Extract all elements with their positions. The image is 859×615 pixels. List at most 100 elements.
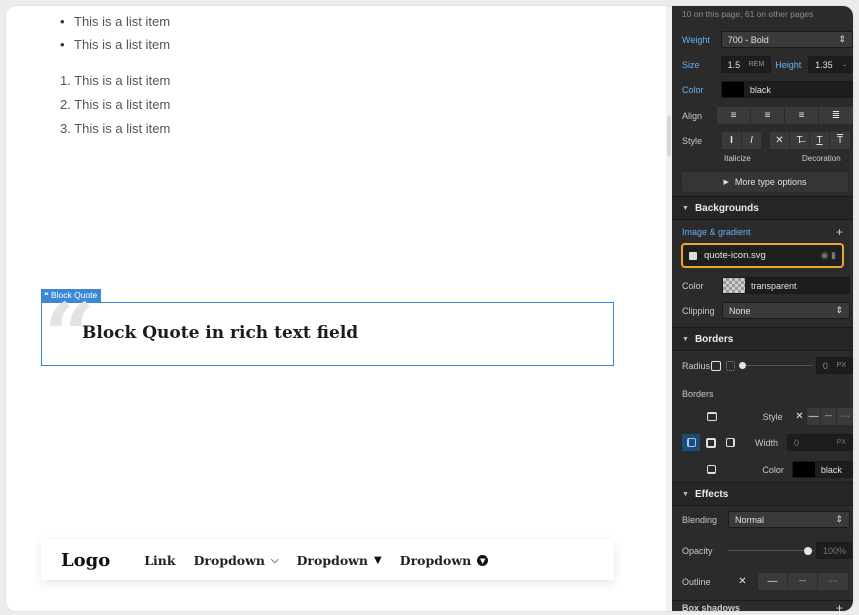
line-height-unit: - (843, 59, 846, 70)
blending-value: Normal (735, 514, 765, 525)
navbar-logo[interactable]: Logo (61, 550, 110, 571)
italic-icon[interactable]: I (742, 132, 762, 149)
size-label: Size (682, 59, 700, 70)
radius-all-icon[interactable] (710, 360, 721, 371)
list-item[interactable]: 1. This is a list item (60, 69, 170, 93)
borders-section-header[interactable]: ▼ Borders (672, 327, 853, 351)
italic-buttons: I I (722, 132, 762, 149)
navbar[interactable]: Logo Link Dropdown ⌵ Dropdown ▼ Dropdown ▼ (41, 540, 614, 580)
blockquote-element[interactable]: “ Block Quote in rich text field (41, 291, 614, 379)
radius-individual-icon[interactable] (725, 360, 736, 371)
effects-title: Effects (694, 488, 729, 500)
more-type-options-label: More type options (734, 177, 807, 187)
select-arrows-icon: ⇕ (835, 305, 843, 315)
border-none-icon[interactable]: ✕ (793, 408, 807, 425)
radius-label: Radius (682, 360, 711, 371)
outline-style-buttons: ✕ — --- ···· (728, 573, 848, 590)
bg-color-field[interactable]: transparent (722, 277, 850, 294)
align-justify-icon[interactable]: ≣ (819, 107, 853, 124)
transparent-swatch[interactable] (723, 278, 745, 293)
more-type-options-toggle[interactable]: ▶ More type options (682, 172, 848, 192)
text-color-field[interactable]: black (720, 81, 853, 98)
color-swatch[interactable] (792, 462, 815, 477)
color-label: Color (682, 84, 704, 95)
circle-chevron-down-icon: ▼ (477, 554, 489, 566)
outline-solid-icon[interactable]: — (758, 573, 788, 590)
background-image-layer[interactable]: quote-icon.svg ◉ ▮ (681, 243, 844, 268)
list-item[interactable]: This is a list item (60, 10, 170, 33)
list-item[interactable]: 3. This is a list item (60, 117, 170, 141)
slider-handle[interactable] (739, 361, 747, 369)
effects-section-header[interactable]: ▼ Effects (672, 482, 853, 506)
blending-select[interactable]: Normal ⇕ (728, 511, 850, 528)
nav-dropdown-label: Dropdown (193, 552, 265, 568)
strikethrough-icon[interactable]: T̶ (790, 132, 810, 149)
nav-dropdown-2[interactable]: Dropdown ▼ (297, 553, 382, 568)
caret-down-icon: ▼ (374, 554, 382, 566)
clipping-value: None (729, 305, 751, 316)
underline-icon[interactable]: T (810, 132, 830, 149)
caret-right-icon: ▶ (723, 179, 729, 186)
border-width-unit: PX (836, 439, 846, 446)
decoration-buttons: ✕ T̶ T T (770, 132, 850, 149)
radius-slider[interactable] (739, 361, 814, 371)
outline-none-icon[interactable]: ✕ (728, 573, 758, 590)
list-item[interactable]: 2. This is a list item (60, 93, 170, 117)
chevron-down-icon: ⌵ (271, 554, 279, 566)
radius-unit: PX (836, 362, 846, 369)
nav-dropdown-1[interactable]: Dropdown ⌵ (194, 553, 279, 568)
borders-label: Borders (682, 389, 714, 399)
backgrounds-section-header[interactable]: ▼ Backgrounds (672, 196, 853, 220)
trash-icon[interactable]: ▮ (831, 250, 836, 260)
slider-handle[interactable] (804, 546, 812, 555)
select-arrows-icon: ⇕ (838, 34, 846, 44)
outline-label: Outline (682, 576, 711, 587)
border-right-icon[interactable] (726, 438, 735, 447)
outline-dotted-icon[interactable]: ···· (818, 573, 848, 590)
border-style-label: Style (762, 411, 783, 422)
nav-dropdown-3[interactable]: Dropdown ▼ (400, 553, 489, 568)
radius-input[interactable]: 0 PX (815, 357, 853, 374)
border-color-field[interactable]: black (791, 461, 853, 478)
italicize-label: Italicize (724, 154, 751, 163)
clipping-select[interactable]: None ⇕ (722, 302, 850, 319)
caret-down-icon: ▼ (682, 204, 689, 212)
align-left-icon[interactable]: ≡ (717, 107, 751, 124)
border-solid-icon[interactable]: — (807, 408, 821, 425)
weight-select[interactable]: 700 - Bold ⇕ (720, 31, 853, 48)
decoration-label: Decoration (802, 154, 841, 163)
border-left-icon (686, 438, 696, 447)
scrollbar-thumb[interactable] (667, 116, 671, 156)
border-all-icon[interactable] (706, 437, 716, 448)
opacity-unit: % (838, 545, 847, 556)
overline-icon[interactable]: T (830, 132, 850, 149)
designer-canvas[interactable]: This is a list item This is a list item … (6, 6, 666, 611)
blockquote-text[interactable]: Block Quote in rich text field (82, 323, 358, 343)
border-dotted-icon[interactable]: ···· (837, 408, 853, 425)
bullet-list[interactable]: This is a list item This is a list item (60, 10, 170, 56)
outline-dashed-icon[interactable]: --- (788, 573, 818, 590)
no-decoration-icon[interactable]: ✕ (770, 132, 790, 149)
opacity-input[interactable]: 100% (816, 542, 852, 559)
roman-icon[interactable]: I (722, 132, 742, 149)
line-height-input[interactable]: 1.35- (808, 56, 853, 73)
text-color-value: black (749, 84, 771, 95)
opacity-slider[interactable] (728, 546, 814, 556)
list-item[interactable]: This is a list item (60, 33, 170, 56)
eye-icon[interactable]: ◉ (821, 250, 829, 260)
size-input[interactable]: 1.5 REM (720, 56, 772, 73)
border-left-button[interactable] (682, 434, 700, 451)
add-icon[interactable]: + (836, 601, 843, 612)
app-frame: This is a list item This is a list item … (6, 6, 853, 611)
border-dashed-icon[interactable]: --- (821, 408, 837, 425)
border-width-input[interactable]: 0 PX (787, 434, 853, 451)
align-right-icon[interactable]: ≡ (785, 107, 819, 124)
align-center-icon[interactable]: ≡ (751, 107, 785, 124)
border-bottom-icon[interactable] (707, 465, 717, 474)
border-top-icon[interactable] (707, 412, 717, 421)
numbered-list[interactable]: 1. This is a list item 2. This is a list… (60, 69, 170, 141)
add-icon[interactable]: + (836, 225, 843, 239)
nav-link[interactable]: Link (144, 553, 175, 568)
backgrounds-title: Backgrounds (694, 202, 759, 214)
color-swatch[interactable] (721, 82, 744, 97)
